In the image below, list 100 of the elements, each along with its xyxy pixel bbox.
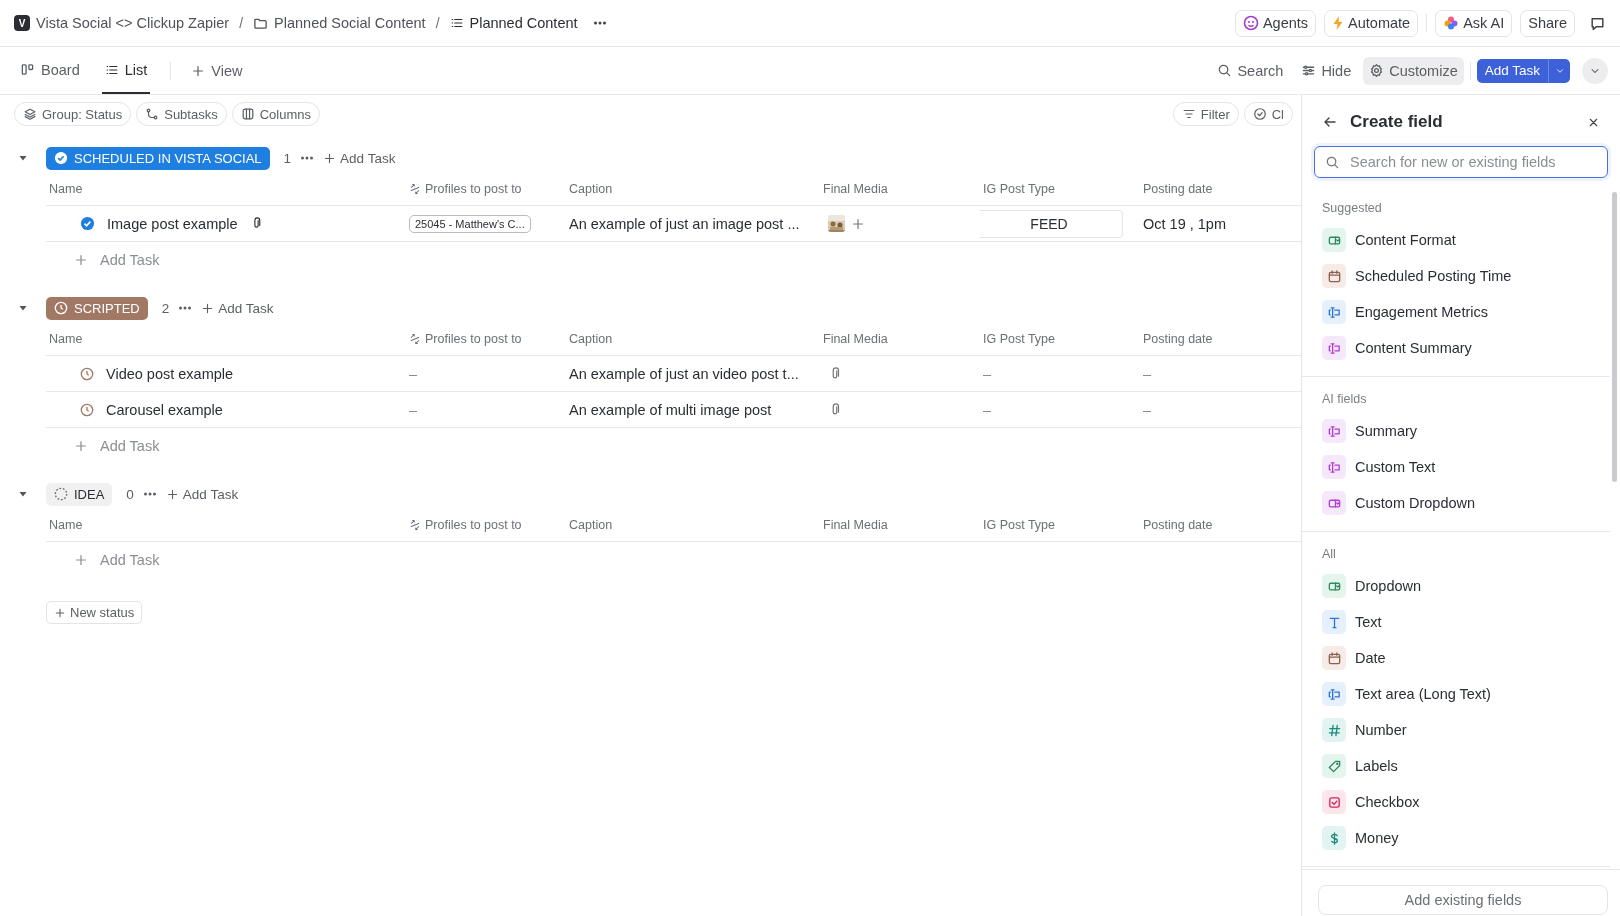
- hash-icon: [1326, 722, 1342, 738]
- add-task-link[interactable]: Add Task: [165, 486, 239, 502]
- filter-chip[interactable]: Cl: [1243, 102, 1293, 126]
- task-name[interactable]: Carousel example: [106, 401, 223, 418]
- filter-chip[interactable]: Columns: [231, 102, 320, 126]
- text-area-icon: [1326, 686, 1342, 702]
- list-icon: [449, 16, 464, 30]
- clock-circle-icon: [54, 301, 68, 315]
- field-type-item[interactable]: Number: [1302, 712, 1610, 748]
- plus-icon: [165, 487, 179, 501]
- header-button[interactable]: Share: [1520, 9, 1575, 37]
- field-type-item[interactable]: Custom Text: [1302, 449, 1610, 485]
- add-existing-fields-button[interactable]: Add existing fields: [1318, 885, 1608, 915]
- add-task-link[interactable]: Add Task: [100, 251, 160, 268]
- plus-icon: [74, 252, 88, 267]
- check-circle-icon: [1252, 107, 1267, 121]
- sliders-icon: [1301, 63, 1317, 78]
- clock-circle-icon[interactable]: [80, 402, 94, 417]
- field-type-item[interactable]: Date: [1302, 640, 1610, 676]
- column-header[interactable]: Caption: [569, 518, 613, 532]
- breadcrumb-link[interactable]: Planned Social Content: [274, 15, 426, 31]
- relationship-icon: [409, 519, 421, 531]
- field-type-item[interactable]: Checkbox: [1302, 784, 1610, 820]
- column-header[interactable]: IG Post Type: [983, 332, 1056, 346]
- profile-tag[interactable]: 25045 - Matthew's C...: [409, 214, 531, 233]
- dropdown-caret-button[interactable]: [1548, 58, 1570, 83]
- section-heading: All: [1321, 546, 1337, 563]
- breadcrumb-link[interactable]: Vista Social <> Clickup Zapier: [36, 15, 230, 31]
- add-task-link[interactable]: Add Task: [201, 300, 274, 316]
- header-button[interactable]: Ask AI: [1435, 9, 1513, 37]
- task-name[interactable]: Image post example: [107, 215, 238, 232]
- search-field[interactable]: Search for new or existing fields: [1314, 146, 1608, 178]
- plus-icon: [323, 151, 337, 165]
- filter-chip[interactable]: Filter: [1172, 102, 1239, 126]
- status-badge[interactable]: SCHEDULED IN VISTA SOCIAL: [46, 146, 270, 170]
- relationship-icon: [409, 333, 421, 345]
- plus-icon: [74, 438, 88, 453]
- dashed-circle-icon: [54, 487, 68, 501]
- status-badge[interactable]: SCRIPTED: [46, 296, 148, 320]
- header-button[interactable]: Agents: [1234, 9, 1317, 37]
- column-header[interactable]: Profiles to post to: [425, 332, 522, 346]
- table-cell: –: [1143, 401, 1152, 418]
- caret-icon[interactable]: [18, 489, 28, 499]
- column-header[interactable]: Caption: [569, 182, 613, 196]
- add-task-link[interactable]: Add Task: [100, 437, 160, 454]
- field-type-item[interactable]: Labels: [1302, 748, 1610, 784]
- view-tab[interactable]: Board: [18, 47, 82, 94]
- column-header[interactable]: Posting date: [1143, 332, 1213, 346]
- field-type-item[interactable]: Money: [1302, 820, 1610, 856]
- table-cell: An example of multi image post: [569, 401, 772, 418]
- column-header[interactable]: Posting date: [1143, 518, 1213, 532]
- field-type-item[interactable]: Content Format: [1302, 222, 1610, 258]
- table-cell: Oct 19 , 1pm: [1143, 215, 1226, 232]
- table-cell: –: [409, 401, 418, 418]
- field-type-item[interactable]: Custom Dropdown: [1302, 485, 1610, 521]
- workspace-avatar: V: [14, 15, 30, 31]
- caret-icon[interactable]: [18, 303, 28, 313]
- column-header[interactable]: Name: [49, 332, 83, 346]
- plus-icon: [851, 216, 865, 231]
- field-type-item[interactable]: Dropdown: [1302, 568, 1610, 604]
- add-view-button[interactable]: View: [185, 47, 249, 94]
- add-task-link[interactable]: Add Task: [100, 551, 160, 568]
- column-header[interactable]: Final Media: [823, 182, 888, 196]
- column-header[interactable]: IG Post Type: [983, 518, 1056, 532]
- column-header[interactable]: Posting date: [1143, 182, 1213, 196]
- add-task-link[interactable]: Add Task: [323, 150, 396, 166]
- clock-circle-icon[interactable]: [80, 366, 94, 381]
- toolbar-button[interactable]: Hide: [1295, 56, 1358, 85]
- robot-face-icon: [1242, 15, 1259, 31]
- view-tab[interactable]: List: [101, 47, 151, 94]
- post-type-tag[interactable]: FEED: [980, 209, 1123, 238]
- field-type-item[interactable]: Scheduled Posting Time: [1302, 258, 1610, 294]
- toolbar-button[interactable]: Customize: [1363, 56, 1464, 85]
- lightning-icon: [1332, 15, 1345, 31]
- column-header[interactable]: Final Media: [823, 518, 888, 532]
- column-header[interactable]: Profiles to post to: [425, 182, 522, 196]
- field-type-item[interactable]: Content Summary: [1302, 330, 1610, 366]
- field-type-item[interactable]: Summary: [1302, 413, 1610, 449]
- task-count: 2: [161, 300, 170, 316]
- add-task-button[interactable]: Add Task: [1476, 58, 1548, 83]
- filter-chip[interactable]: Group: Status: [14, 102, 132, 126]
- column-header[interactable]: Caption: [569, 332, 613, 346]
- header-button[interactable]: Automate: [1324, 9, 1419, 37]
- new-status-button[interactable]: New status: [46, 601, 143, 624]
- column-header[interactable]: Name: [49, 182, 83, 196]
- caret-icon[interactable]: [18, 153, 28, 163]
- breadcrumb-link[interactable]: Planned Content: [469, 15, 578, 31]
- plus-icon: [54, 606, 66, 619]
- check-circle-icon[interactable]: [80, 216, 95, 231]
- filter-chip[interactable]: Subtasks: [136, 102, 227, 126]
- column-header[interactable]: Final Media: [823, 332, 888, 346]
- column-header[interactable]: Profiles to post to: [425, 518, 522, 532]
- field-type-item[interactable]: Text area (Long Text): [1302, 676, 1610, 712]
- column-header[interactable]: Name: [49, 518, 83, 532]
- toolbar-button[interactable]: Search: [1211, 56, 1290, 85]
- field-type-item[interactable]: Engagement Metrics: [1302, 294, 1610, 330]
- column-header[interactable]: IG Post Type: [983, 182, 1056, 196]
- task-name[interactable]: Video post example: [106, 365, 234, 382]
- field-type-item[interactable]: Text: [1302, 604, 1610, 640]
- status-badge[interactable]: IDEA: [46, 482, 113, 506]
